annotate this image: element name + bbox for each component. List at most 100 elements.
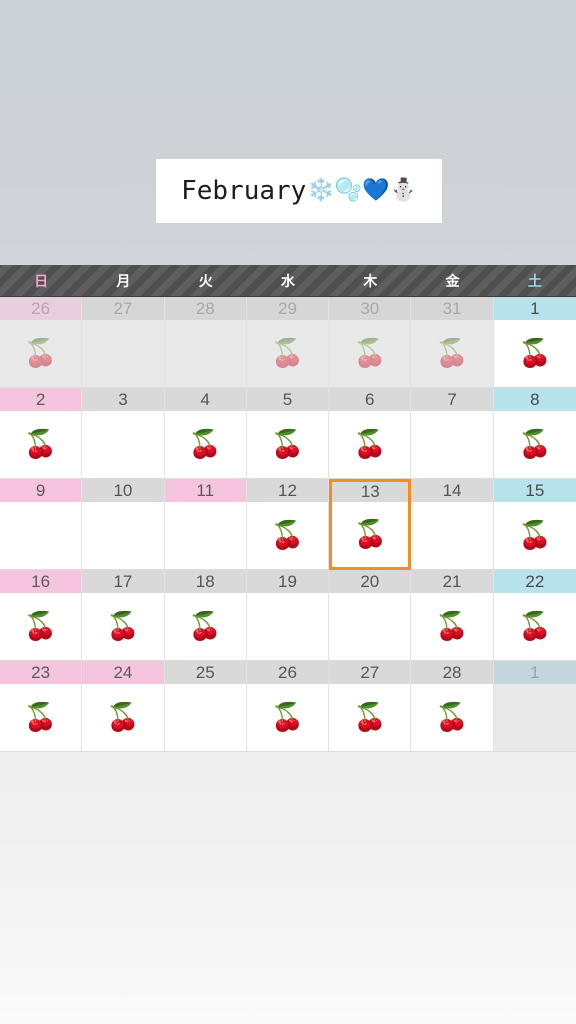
cherries-sticker: 🍒	[188, 429, 223, 460]
week-row: 16 🍒 17 🍒 18 🍒 19 20 21 🍒 22 🍒	[0, 570, 576, 661]
day-cell[interactable]: 1 🍒	[493, 297, 576, 388]
day-cell[interactable]: 27	[82, 297, 165, 388]
day-content[interactable]	[411, 502, 492, 569]
day-cell[interactable]: 28	[164, 297, 247, 388]
day-cell[interactable]: 8 🍒	[493, 388, 576, 479]
day-content[interactable]	[165, 502, 246, 569]
month-calendar: 日月火水木金土 26 🍒 27 28 29 🍒 30 🍒 31 🍒 1 🍒 2 🍒 3 4 🍒 5 🍒 6 🍒 7 8 🍒 9 1…	[0, 265, 576, 752]
day-cell[interactable]: 9	[0, 479, 83, 570]
day-content[interactable]: 🍒	[411, 320, 492, 387]
day-content[interactable]	[411, 411, 492, 478]
day-content[interactable]: 🍒	[0, 684, 81, 751]
day-cell[interactable]: 23 🍒	[0, 661, 83, 752]
day-cell[interactable]: 11	[164, 479, 247, 570]
cherries-sticker: 🍒	[518, 520, 552, 551]
day-content[interactable]: 🍒	[0, 411, 81, 478]
day-number: 26	[246, 661, 329, 684]
day-cell[interactable]: 2 🍒	[0, 388, 83, 479]
day-number: 30	[329, 297, 411, 320]
day-content[interactable]: 🍒	[247, 502, 328, 569]
day-cell[interactable]: 25	[164, 661, 247, 752]
weekday-header-row: 日月火水木金土	[0, 265, 576, 297]
weekday-label-6: 土	[527, 273, 542, 290]
day-content[interactable]: 🍒	[411, 684, 492, 751]
day-content[interactable]	[329, 593, 410, 660]
day-content[interactable]: 🍒	[329, 320, 410, 387]
weekday-label-1: 月	[116, 273, 131, 290]
day-content[interactable]: 🍒	[329, 684, 410, 751]
day-cell[interactable]: 27 🍒	[329, 661, 412, 752]
day-content[interactable]	[82, 411, 163, 478]
day-cell[interactable]: 31 🍒	[411, 297, 494, 388]
day-number: 18	[164, 570, 246, 593]
winter-emoji-decoration: ❄️🫧💙⛄	[307, 178, 417, 203]
day-content[interactable]: 🍒	[329, 411, 410, 478]
day-cell[interactable]: 1	[493, 661, 576, 752]
day-number: 17	[82, 570, 164, 593]
day-content[interactable]: 🍒	[494, 502, 576, 569]
day-number: 25	[164, 661, 246, 684]
day-cell[interactable]: 28 🍒	[411, 661, 494, 752]
day-cell[interactable]: 19	[246, 570, 330, 661]
day-content[interactable]	[0, 502, 81, 569]
day-number: 21	[411, 570, 493, 593]
day-number: 5	[246, 388, 329, 411]
weekday-label-2: 火	[198, 273, 213, 290]
day-number: 22	[493, 570, 576, 593]
day-content[interactable]: 🍒	[247, 411, 328, 478]
day-content[interactable]: 🍒	[247, 684, 328, 751]
day-cell[interactable]: 13 🍒	[329, 479, 412, 570]
day-content[interactable]	[494, 684, 576, 751]
day-number: 27	[329, 661, 411, 684]
day-cell[interactable]: 3	[82, 388, 165, 479]
day-cell[interactable]: 29 🍒	[246, 297, 330, 388]
day-content[interactable]	[247, 593, 328, 660]
day-content[interactable]: 🍒	[332, 502, 408, 567]
month-title-plate[interactable]: February ❄️🫧💙⛄	[156, 159, 442, 223]
day-cell[interactable]: 24 🍒	[82, 661, 165, 752]
cherries-sticker: 🍒	[518, 611, 552, 642]
day-cell[interactable]: 15 🍒	[493, 479, 576, 570]
day-content[interactable]: 🍒	[411, 593, 492, 660]
day-cell[interactable]: 26 🍒	[246, 661, 330, 752]
day-content[interactable]	[165, 320, 246, 387]
day-content[interactable]	[82, 502, 163, 569]
day-number: 7	[411, 388, 493, 411]
day-content[interactable]: 🍒	[165, 411, 246, 478]
day-content[interactable]	[165, 684, 246, 751]
day-cell[interactable]: 14	[411, 479, 494, 570]
day-content[interactable]: 🍒	[82, 684, 163, 751]
cherries-sticker: 🍒	[270, 338, 305, 369]
day-cell[interactable]: 7	[411, 388, 494, 479]
day-content[interactable]: 🍒	[165, 593, 246, 660]
cherries-sticker: 🍒	[518, 429, 552, 460]
day-number: 2	[0, 388, 82, 411]
day-cell[interactable]: 21 🍒	[411, 570, 494, 661]
cherries-sticker: 🍒	[23, 611, 58, 642]
calendar-title-area: February ❄️🫧💙⛄	[0, 0, 576, 265]
day-cell[interactable]: 22 🍒	[493, 570, 576, 661]
day-content[interactable]: 🍒	[247, 320, 328, 387]
day-content[interactable]: 🍒	[0, 593, 81, 660]
day-content[interactable]	[82, 320, 163, 387]
day-cell[interactable]: 6 🍒	[329, 388, 412, 479]
day-cell[interactable]: 30 🍒	[329, 297, 412, 388]
day-number: 3	[82, 388, 164, 411]
day-cell[interactable]: 17 🍒	[82, 570, 165, 661]
day-cell[interactable]: 16 🍒	[0, 570, 83, 661]
day-content[interactable]: 🍒	[494, 593, 576, 660]
day-cell[interactable]: 26 🍒	[0, 297, 83, 388]
day-content[interactable]: 🍒	[0, 320, 81, 387]
day-number: 13	[332, 482, 409, 502]
day-content[interactable]: 🍒	[494, 320, 576, 387]
day-cell[interactable]: 12 🍒	[246, 479, 330, 570]
cherries-sticker: 🍒	[352, 702, 387, 733]
day-cell[interactable]: 10	[82, 479, 165, 570]
day-cell[interactable]: 18 🍒	[164, 570, 247, 661]
day-content[interactable]: 🍒	[82, 593, 163, 660]
day-cell[interactable]: 4 🍒	[164, 388, 247, 479]
day-content[interactable]: 🍒	[494, 411, 576, 478]
day-cell[interactable]: 20	[329, 570, 412, 661]
cherries-sticker: 🍒	[270, 429, 305, 460]
day-cell[interactable]: 5 🍒	[246, 388, 330, 479]
